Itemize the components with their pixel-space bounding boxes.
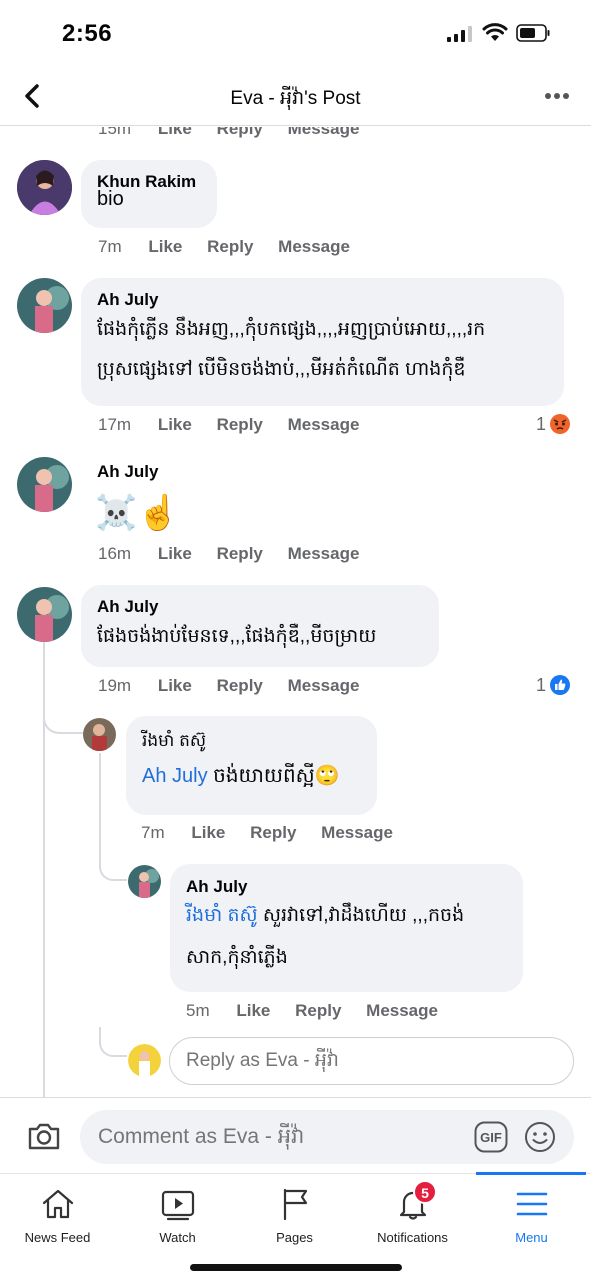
comment-author[interactable]: Ah July — [97, 290, 158, 310]
comment-author[interactable]: Ah July — [97, 597, 158, 617]
reply-button[interactable]: Reply — [295, 1001, 341, 1020]
like-button[interactable]: Like — [158, 415, 192, 434]
emoji-icon[interactable] — [524, 1121, 556, 1153]
thread-line — [99, 753, 101, 863]
message-button[interactable]: Message — [366, 1001, 438, 1020]
reply-button[interactable]: Reply — [217, 676, 263, 695]
message-button[interactable]: Message — [288, 415, 360, 434]
tab-watch[interactable]: Watch — [130, 1174, 225, 1254]
reply-meta: 5m Like Reply Message — [186, 1001, 438, 1020]
reply-button[interactable]: Reply — [217, 415, 263, 434]
comment-meta: 16m Like Reply Message — [98, 544, 360, 563]
comment-composer: GIF — [0, 1097, 591, 1173]
message-button[interactable]: Message — [288, 127, 360, 138]
status-bar: 2:56 — [0, 0, 591, 66]
svg-text:GIF: GIF — [480, 1130, 502, 1145]
home-indicator — [190, 1264, 402, 1271]
gif-icon[interactable]: GIF — [474, 1121, 508, 1153]
reply-input[interactable] — [169, 1037, 574, 1085]
reply-text-line: សាក,កុំនាំភ្លើង — [186, 947, 288, 968]
comment-text-line: ផែងកុំភ្លើន នឹងអញ,,,កុំបកផ្សេង,,,,អញប្រា… — [97, 319, 486, 340]
comment-meta: 7m Like Reply Message — [98, 237, 350, 256]
post-header: Eva - អុីវ៉ា's Post — [0, 66, 591, 126]
comment-text: ផែងចង់ងាប់មែនទេ,,,ផែងកុំឌឺ,,មីចម្រាយ — [97, 626, 377, 647]
comment-text: bio — [97, 188, 124, 210]
avatar[interactable] — [128, 1044, 161, 1077]
comment-meta: 15m Like Reply Message — [98, 127, 379, 139]
thread-connector — [99, 855, 127, 881]
battery-icon — [516, 24, 550, 42]
avatar[interactable] — [128, 865, 161, 898]
cellular-signal-icon — [447, 26, 472, 42]
like-button[interactable]: Like — [158, 676, 192, 695]
comment-emoji: ☠️☝️ — [95, 494, 180, 532]
avatar[interactable] — [17, 160, 72, 215]
like-reaction-icon — [550, 675, 571, 695]
reply-button[interactable]: Reply — [250, 823, 296, 842]
reaction-summary[interactable]: 1 — [536, 413, 571, 435]
page-title: Eva - អុីវ៉ា's Post — [230, 88, 361, 109]
avatar[interactable] — [17, 457, 72, 512]
reply-author[interactable]: រីងមាំ តស៊ូ — [142, 730, 206, 755]
reply-bubble[interactable]: រីងមាំ តស៊ូ Ah July ចង់យាយពីស្អី🙄 — [126, 716, 377, 815]
comment-bubble[interactable]: Khun Rakim bio — [81, 160, 217, 228]
wifi-icon — [482, 23, 508, 41]
reply-meta: 7m Like Reply Message — [141, 823, 393, 842]
reply-text-line: រីងមាំ តស៊ូ សួរវាទៅ,វាដឹងហើយ ,,,កចង់ — [186, 905, 465, 926]
reply-author[interactable]: Ah July — [186, 877, 247, 897]
reaction-summary[interactable]: 1 — [536, 674, 571, 696]
avatar[interactable] — [17, 587, 72, 642]
like-button[interactable]: Like — [191, 823, 225, 842]
camera-icon[interactable] — [26, 1118, 62, 1154]
message-button[interactable]: Message — [278, 237, 350, 256]
comment-bubble[interactable]: Ah July ផែងចង់ងាប់មែនទេ,,,ផែងកុំឌឺ,,មីចម… — [81, 585, 439, 667]
reply-button[interactable]: Reply — [217, 544, 263, 563]
comment-bubble[interactable]: Ah July ផែងកុំភ្លើន នឹងអញ,,,កុំបកផ្សេង,,… — [81, 278, 564, 406]
comment-input[interactable]: GIF — [80, 1110, 574, 1164]
reply-button[interactable]: Reply — [217, 127, 263, 138]
home-icon — [42, 1189, 73, 1219]
avatar[interactable] — [17, 278, 72, 333]
tab-notifications[interactable]: 5 Notifications — [365, 1174, 460, 1254]
status-time: 2:56 — [62, 20, 113, 47]
message-button[interactable]: Message — [321, 823, 393, 842]
bottom-tab-bar: News Feed Watch Pages 5 Notifications Me… — [0, 1172, 591, 1280]
like-button[interactable]: Like — [236, 1001, 270, 1020]
like-button[interactable]: Like — [158, 544, 192, 563]
comment-meta: 19m Like Reply Message — [98, 676, 360, 695]
tab-menu[interactable]: Menu — [484, 1174, 579, 1254]
message-button[interactable]: Message — [288, 676, 360, 695]
comment-text-line: ប្រុសផ្សេងទៅ បើមិនចង់ងាប់,,,មីអត់កំណើត ហ… — [97, 359, 466, 380]
comment-author[interactable]: Ah July — [97, 462, 158, 482]
reply-bubble[interactable]: Ah July រីងមាំ តស៊ូ សួរវាទៅ,វាដឹងហើយ ,,,… — [170, 864, 523, 992]
tab-pages[interactable]: Pages — [247, 1174, 342, 1254]
mention-link[interactable]: Ah July — [142, 765, 208, 787]
angry-reaction-icon — [550, 414, 571, 434]
message-button[interactable]: Message — [288, 544, 360, 563]
avatar[interactable] — [83, 718, 116, 751]
tab-news-feed[interactable]: News Feed — [10, 1174, 105, 1254]
mention-link[interactable]: រីងមាំ តស៊ូ — [186, 905, 258, 926]
thread-connector — [99, 1027, 127, 1057]
comment-meta: 17m Like Reply Message — [98, 415, 360, 434]
comment-feed[interactable]: 15m Like Reply Message Khun Rakim bio 7m… — [0, 127, 591, 1097]
comment-input-field[interactable] — [80, 1110, 460, 1164]
hamburger-menu-icon — [516, 1192, 547, 1216]
reply-text: Ah July ចង់យាយពីស្អី🙄 — [142, 765, 340, 787]
thread-connector — [43, 702, 83, 734]
more-options-icon[interactable] — [544, 92, 570, 100]
reply-button[interactable]: Reply — [207, 237, 253, 256]
reply-input-field[interactable] — [170, 1038, 573, 1084]
flag-icon — [283, 1188, 307, 1221]
like-button[interactable]: Like — [148, 237, 182, 256]
video-play-icon — [161, 1190, 194, 1221]
like-button[interactable]: Like — [158, 127, 192, 138]
notification-badge: 5 — [413, 1180, 437, 1204]
